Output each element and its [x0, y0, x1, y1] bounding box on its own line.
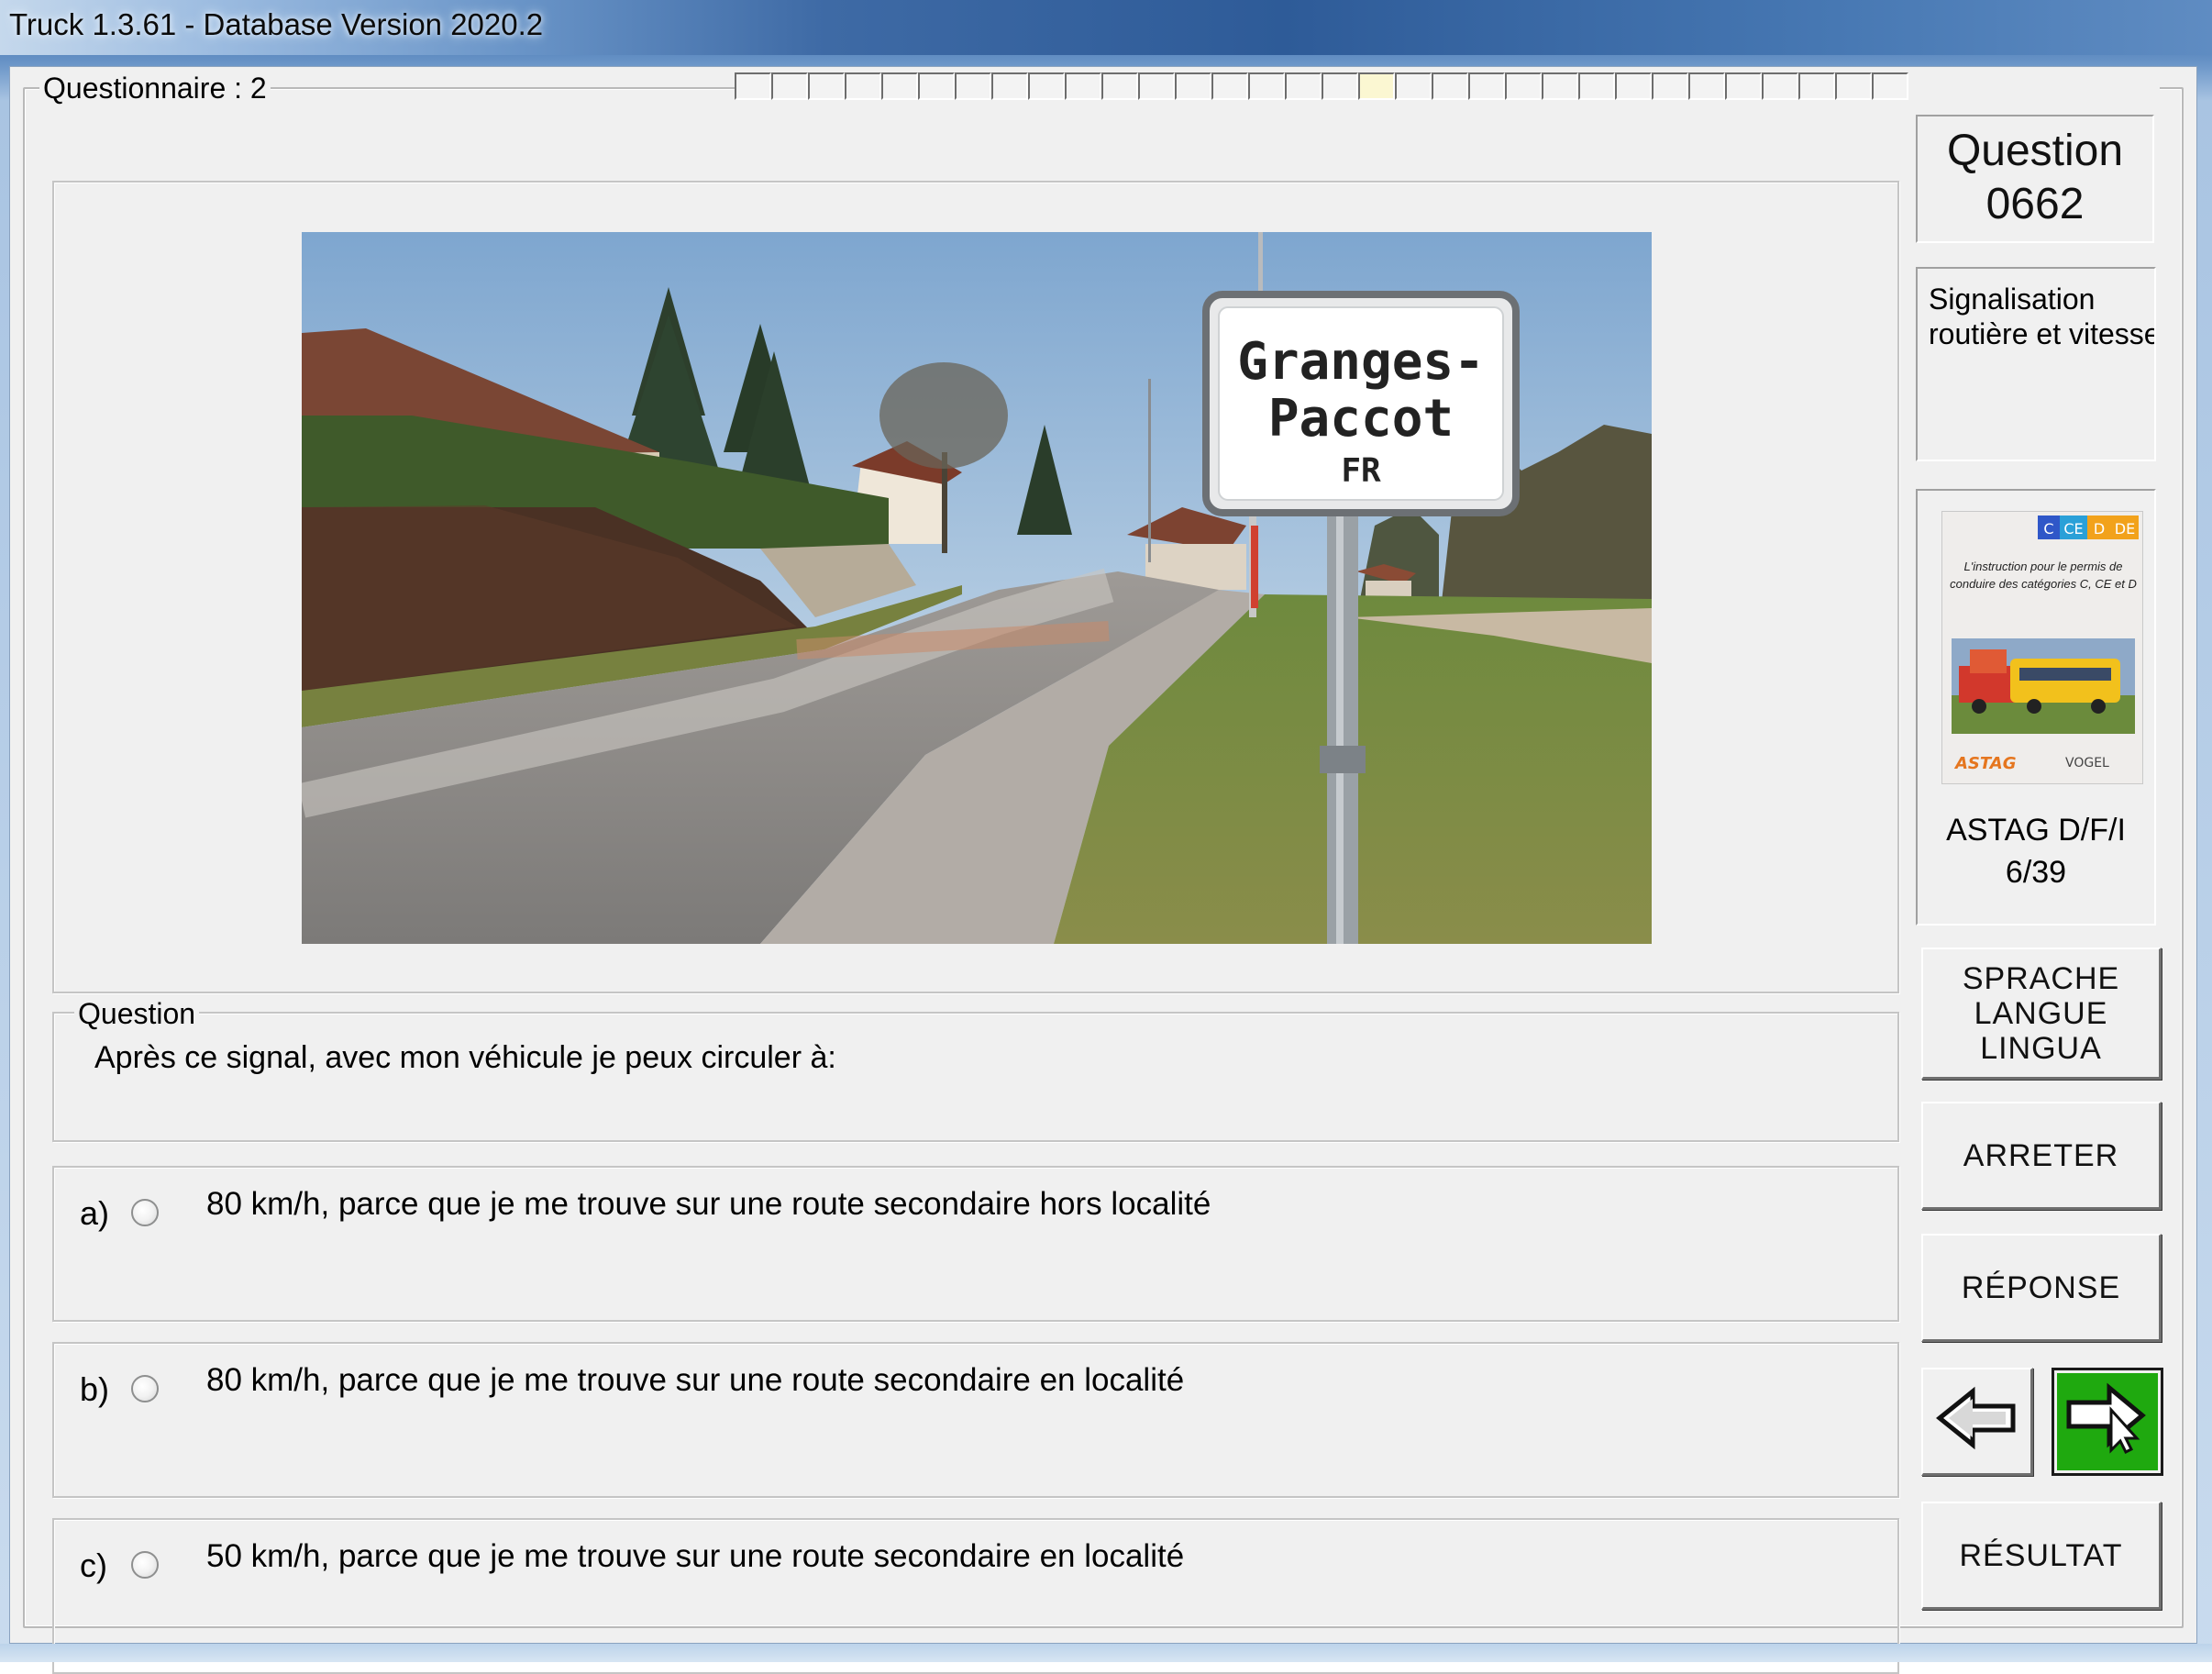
progress-cell: [1175, 72, 1211, 100]
answer-text: 80 km/h, parce que je me trouve sur une …: [206, 1186, 1211, 1222]
result-button-label: RÉSULTAT: [1959, 1537, 2123, 1573]
show-answer-button[interactable]: RÉPONSE: [1921, 1234, 2162, 1342]
progress-cell: [881, 72, 918, 100]
progress-cell: [1395, 72, 1432, 100]
progress-cell: [1652, 72, 1688, 100]
answer-radio-b[interactable]: [131, 1375, 159, 1402]
progress-cell: [1285, 72, 1322, 100]
show-answer-button-label: RÉPONSE: [1961, 1269, 2121, 1305]
app-window: Truck 1.3.61 - Database Version 2020.2 Q…: [0, 0, 2212, 1674]
arrow-right-cursor-icon: [2063, 1382, 2151, 1461]
book-badge: D: [2094, 520, 2105, 538]
language-button-label-it: LINGUA: [1980, 1030, 2102, 1066]
question-group: [52, 1012, 1899, 1142]
book-badge: DE: [2115, 520, 2135, 538]
progress-cell: [1432, 72, 1468, 100]
window-title: Truck 1.3.61 - Database Version 2020.2: [9, 7, 544, 41]
progress-cell: [1578, 72, 1615, 100]
reference-source: ASTAG D/F/I: [1946, 813, 2126, 848]
reference-box: C CE D DE L'instruction pour le permis d…: [1916, 489, 2156, 926]
book-publisher-left: ASTAG: [1953, 754, 2016, 773]
progress-cell: [1688, 72, 1725, 100]
arrow-left-icon: [1935, 1386, 2018, 1458]
title-bar[interactable]: Truck 1.3.61 - Database Version 2020.2: [0, 0, 2212, 55]
progress-cell: [735, 72, 771, 100]
language-button-label-de: SPRACHE: [1962, 960, 2120, 996]
book-badge: C: [2043, 520, 2053, 538]
answer-radio-a[interactable]: [131, 1199, 159, 1226]
answer-letter: a): [80, 1194, 110, 1232]
sign-line-2: Paccot: [1268, 389, 1454, 449]
answer-text: 80 km/h, parce que je me trouve sur une …: [206, 1362, 1185, 1398]
progress-cell: [845, 72, 881, 100]
progress-cell: [1138, 72, 1175, 100]
progress-cell: [1101, 72, 1138, 100]
progress-cell: [1065, 72, 1101, 100]
questionnaire-label: Questionnaire : 2: [39, 71, 271, 105]
progress-cell: [1028, 72, 1065, 100]
answer-option-a[interactable]: a) 80 km/h, parce que je me trouve sur u…: [52, 1166, 1899, 1322]
answer-radio-c[interactable]: [131, 1551, 159, 1579]
book-publisher-right: VOGEL: [2065, 756, 2109, 770]
client-area: Questionnaire : 2 Granges- Paccot FR Que…: [9, 66, 2197, 1674]
progress-cell: [1505, 72, 1542, 100]
question-number: 0662: [1985, 180, 2085, 228]
progress-cell: [808, 72, 845, 100]
next-question-button[interactable]: [2052, 1368, 2163, 1476]
question-text: Après ce signal, avec mon véhicule je pe…: [94, 1040, 836, 1075]
progress-cell: [1322, 72, 1358, 100]
question-legend: Question: [74, 995, 200, 1032]
question-number-label: Question: [1946, 127, 2124, 175]
progress-cell: [1872, 72, 1908, 100]
question-number-box: Question 0662: [1916, 115, 2154, 243]
sign-canton: FR: [1341, 452, 1381, 490]
stop-button[interactable]: ARRETER: [1921, 1102, 2162, 1210]
category-box: Signalisation routière et vitesse: [1916, 267, 2156, 461]
progress-cell: [1835, 72, 1872, 100]
progress-cell: [1725, 72, 1762, 100]
progress-cell: [1615, 72, 1652, 100]
question-photo: Granges- Paccot FR: [302, 232, 1652, 944]
result-button[interactable]: RÉSULTAT: [1921, 1502, 2162, 1610]
progress-cell: [1798, 72, 1835, 100]
progress-cell: [1468, 72, 1505, 100]
question-progress-bar: [735, 72, 2160, 100]
answer-text: 50 km/h, parce que je me trouve sur une …: [206, 1538, 1185, 1574]
book-title: L'instruction pour le permis de conduire…: [1950, 560, 2137, 591]
progress-cell: [1358, 72, 1395, 100]
stop-button-label: ARRETER: [1963, 1137, 2119, 1173]
language-button-label-fr: LANGUE: [1974, 995, 2108, 1031]
progress-cell: [1762, 72, 1798, 100]
progress-cell: [918, 72, 955, 100]
sign-line-1: Granges-: [1237, 332, 1485, 392]
window-bottom-border: [0, 1644, 2212, 1662]
answer-letter: b): [80, 1370, 110, 1408]
progress-cell: [1542, 72, 1578, 100]
reference-book-cover: C CE D DE L'instruction pour le permis d…: [1941, 511, 2143, 784]
book-badge: CE: [2063, 520, 2083, 538]
answer-option-b[interactable]: b) 80 km/h, parce que je me trouve sur u…: [52, 1342, 1899, 1498]
progress-cell: [1211, 72, 1248, 100]
answer-letter: c): [80, 1547, 107, 1584]
category-text: Signalisation routière et vitesse: [1929, 283, 2156, 350]
progress-cell: [955, 72, 991, 100]
language-button[interactable]: SPRACHE LANGUE LINGUA: [1921, 948, 2162, 1080]
progress-cell: [991, 72, 1028, 100]
reference-pages: 6/39: [2005, 855, 2067, 890]
progress-cell: [771, 72, 808, 100]
progress-cell: [1248, 72, 1285, 100]
previous-question-button[interactable]: [1921, 1368, 2033, 1476]
